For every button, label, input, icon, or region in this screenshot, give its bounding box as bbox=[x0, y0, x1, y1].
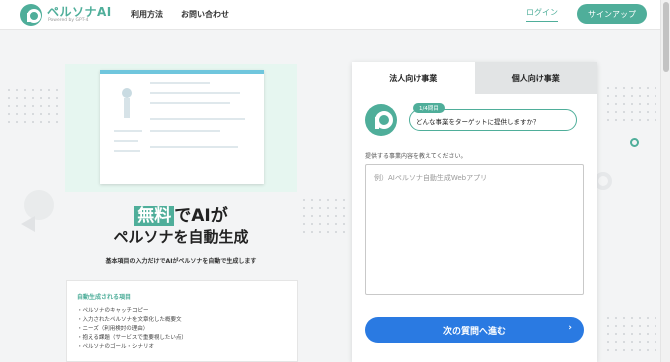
app-screenshot-image bbox=[65, 64, 297, 192]
page-scrollbar[interactable] bbox=[660, 0, 670, 362]
tab-corporate[interactable]: 法人向け事業 bbox=[352, 62, 475, 94]
features-list: ・ペルソナのキャッチコピー ・入力されたペルソナを文章化した概要文 ・ニーズ（利… bbox=[77, 307, 187, 352]
next-button-label: 次の質問へ進む bbox=[442, 326, 506, 337]
mock-line bbox=[150, 102, 230, 104]
login-link[interactable]: ログイン bbox=[526, 7, 558, 22]
mock-line bbox=[150, 92, 240, 94]
assistant-avatar-icon bbox=[365, 104, 397, 136]
step-badge: 1/4問目 bbox=[413, 103, 445, 113]
nav-usage-link[interactable]: 利用方法 bbox=[131, 9, 163, 20]
hero-description: 基本項目の入力だけでAIがペルソナを自動で生成します bbox=[105, 258, 257, 265]
feature-item: ・ニーズ（利用検討の理由） bbox=[77, 326, 149, 332]
hero-title-rest: でAIが bbox=[174, 206, 228, 226]
mock-line bbox=[114, 150, 140, 152]
feature-item: ・抱える課題（サービスで重要視したい点） bbox=[77, 335, 187, 341]
mock-titlebar bbox=[100, 70, 264, 74]
features-title: 自動生成される項目 bbox=[77, 294, 132, 301]
mock-line bbox=[150, 130, 220, 132]
mock-line bbox=[150, 82, 210, 84]
dot-pattern bbox=[5, 86, 61, 126]
feature-item: ・ペルソナのキャッチコピー bbox=[77, 308, 149, 314]
mock-line bbox=[150, 146, 238, 148]
tab-individual[interactable]: 個人向け事業 bbox=[474, 62, 597, 94]
feature-item: ・ペルソナのゴール・シナリオ bbox=[77, 344, 155, 350]
field-label: 提供する事業内容を教えてください。 bbox=[365, 153, 467, 160]
hero-title: 無料 でAIが bbox=[0, 201, 362, 226]
site-header: ペルソナAI Powered by GPT-4 利用方法 お問い合わせ ログイン… bbox=[0, 0, 660, 30]
business-description-input[interactable]: 例）AIペルソナ自動生成Webアプリ bbox=[365, 164, 584, 295]
question-text: どんな事業をターゲットに提供しますか？ bbox=[416, 118, 540, 126]
next-question-button[interactable]: 次の質問へ進む › bbox=[365, 317, 584, 343]
signup-button[interactable]: サインアップ bbox=[577, 4, 647, 24]
features-box: 自動生成される項目 ・ペルソナのキャッチコピー ・入力されたペルソナを文章化した… bbox=[66, 280, 298, 362]
logo-icon[interactable] bbox=[20, 4, 42, 26]
feature-item: ・入力されたペルソナを文章化した概要文 bbox=[77, 317, 182, 323]
mock-avatar bbox=[122, 88, 132, 98]
hero-title-highlight: 無料 bbox=[134, 206, 175, 226]
mock-line bbox=[150, 118, 245, 120]
dot-pattern bbox=[604, 84, 656, 124]
persona-form-card: 法人向け事業 個人向け事業 どんな事業をターゲットに提供しますか？ 1/4問目 … bbox=[352, 62, 597, 362]
nav-contact-link[interactable]: お問い合わせ bbox=[181, 9, 229, 20]
mock-line bbox=[114, 140, 138, 142]
hero-title-line2: ペルソナを自動生成 bbox=[113, 228, 249, 246]
dot-pattern bbox=[604, 314, 656, 354]
decor-ring-icon bbox=[630, 138, 639, 147]
mock-window bbox=[100, 70, 264, 184]
mock-line bbox=[114, 130, 142, 132]
mock-figure bbox=[124, 98, 130, 118]
scrollbar-thumb[interactable] bbox=[663, 2, 669, 72]
logo-tagline: Powered by GPT-4 bbox=[48, 18, 89, 23]
input-placeholder: 例）AIペルソナ自動生成Webアプリ bbox=[374, 174, 488, 182]
chevron-right-icon: › bbox=[568, 323, 572, 333]
